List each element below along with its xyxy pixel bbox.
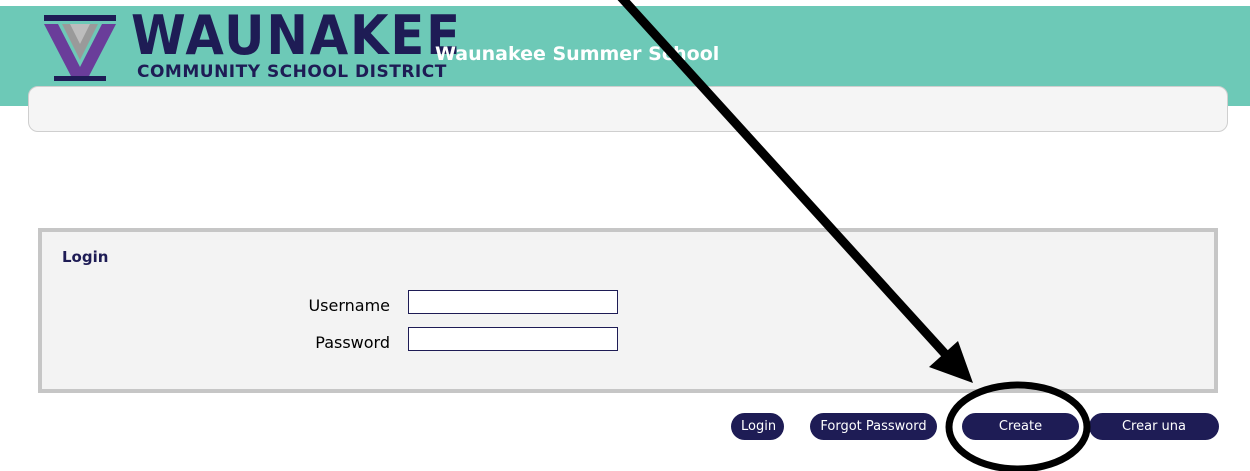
login-panel-title: Login [62,248,109,266]
site-title: Waunakee Summer School [435,43,720,65]
username-input[interactable] [408,290,618,314]
password-label: Password [315,333,390,352]
waunakee-w-logo-icon [44,15,116,81]
password-input[interactable] [408,327,618,351]
create-account-button[interactable]: Create Account [962,413,1079,461]
navigation-bar [28,86,1228,132]
district-logo-name: WAUNAKEE [131,4,462,67]
login-panel: Login Username Password [38,228,1218,393]
forgot-password-button[interactable]: Forgot Password [810,413,937,440]
district-logo-subtitle: COMMUNITY SCHOOL DISTRICT [137,62,447,82]
login-button[interactable]: Login [731,413,784,440]
username-label: Username [308,296,390,315]
crear-una-cuenta-button[interactable]: Crear una cuenta [1089,413,1219,461]
